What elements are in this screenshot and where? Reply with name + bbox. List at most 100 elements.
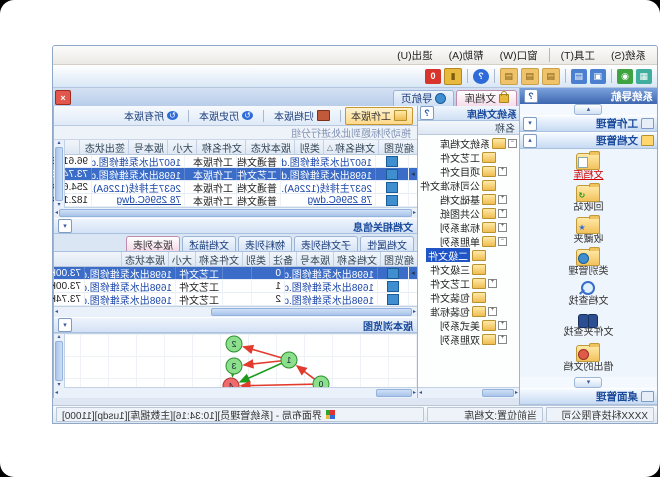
info-tab[interactable]: 文档描述 bbox=[182, 236, 236, 251]
version-filter-button[interactable] bbox=[188, 110, 189, 122]
tree-node[interactable]: + 标准系列 bbox=[418, 220, 519, 234]
info-tab[interactable]: 文档属性 bbox=[360, 236, 414, 251]
column-header[interactable]: 版本状态 bbox=[121, 252, 168, 266]
column-header[interactable]: 缩览图 bbox=[378, 140, 417, 154]
version-graph-canvas[interactable]: 01234 bbox=[64, 334, 417, 387]
table-row[interactable]: 1698出水泵维修图.dwg 2 工艺文件 1698出水泵维修图.dwg 73.… bbox=[54, 293, 417, 306]
sidebar-section-documents[interactable]: 文档管理 ▴ bbox=[520, 132, 657, 149]
column-header[interactable]: 大小 bbox=[167, 140, 196, 154]
tree-node[interactable]: 公司标准文件 bbox=[418, 178, 519, 192]
tree-expander-icon[interactable]: + bbox=[498, 223, 507, 232]
toolbar-icon[interactable] bbox=[565, 69, 566, 83]
file-name-link[interactable]: 1698出水泵维修图.dwg bbox=[91, 168, 184, 180]
info-tab[interactable]: 物料列表 bbox=[238, 236, 292, 251]
document-name-link[interactable]: 1698出水泵维修图.dwg bbox=[284, 267, 377, 279]
help-icon[interactable]: ? bbox=[473, 69, 489, 84]
document-name-link[interactable]: 1607出水泵维修图.dwg bbox=[280, 155, 375, 167]
calendar-icon[interactable]: ▤ bbox=[571, 69, 587, 84]
tree-node[interactable]: − 单胆系列 bbox=[418, 234, 519, 248]
collapse-icon[interactable]: ▾ bbox=[58, 318, 72, 332]
sidebar-item[interactable]: 文档查找 bbox=[520, 281, 657, 313]
grid-vscrollbar[interactable]: ▴▾ bbox=[54, 140, 65, 208]
layout-window-icon[interactable]: ▣ bbox=[590, 69, 606, 84]
tree-expander-icon[interactable]: − bbox=[508, 139, 517, 148]
column-header[interactable]: 缩览图 bbox=[380, 252, 417, 266]
tree-node[interactable]: 包装文件 bbox=[418, 290, 519, 304]
scroll-up-button[interactable]: ▴ bbox=[575, 104, 603, 115]
column-header[interactable]: 类别 bbox=[242, 252, 269, 266]
new-doc-icon[interactable]: ▤ bbox=[521, 68, 539, 85]
info-tab[interactable]: 版本列表 bbox=[126, 236, 180, 251]
document-name-link[interactable]: 1698出水泵维修图.dwg bbox=[284, 280, 377, 292]
file-name-link[interactable]: 1698出水泵维修图.dwg bbox=[84, 280, 175, 292]
help-icon[interactable]: ? bbox=[420, 106, 434, 120]
document-name-link[interactable]: 1698出水泵维修图.dwg bbox=[284, 293, 377, 305]
document-name-link[interactable]: 1698出水泵维修图.dwg bbox=[280, 168, 375, 180]
version-filter-button[interactable]: 归档版本 bbox=[268, 107, 336, 125]
column-header[interactable]: 版本状态 bbox=[245, 140, 294, 154]
table-row[interactable]: 2637主排线(1226A).dwg 普通文档 工作版本 2637主排线(122… bbox=[54, 181, 417, 194]
tree-node[interactable]: + 美式系列 bbox=[418, 318, 519, 332]
column-header[interactable]: 文件名称 bbox=[195, 252, 242, 266]
tree-expander-icon[interactable]: + bbox=[488, 279, 497, 288]
file-name-link[interactable]: 78 2596C.dwg bbox=[91, 194, 184, 206]
column-header[interactable]: 版本号 bbox=[296, 252, 333, 266]
toolbar-icon[interactable] bbox=[467, 69, 468, 83]
logout-icon[interactable]: 0 bbox=[425, 69, 441, 84]
tree-expander-icon[interactable]: + bbox=[498, 209, 507, 218]
tree-node[interactable]: + 基础文档 bbox=[418, 192, 519, 206]
column-header[interactable]: 备注 bbox=[269, 252, 296, 266]
chevron-down-icon[interactable]: ▾ bbox=[523, 117, 537, 131]
grid-hscrollbar[interactable]: ◂▸ bbox=[54, 207, 417, 218]
sidebar-item[interactable]: 类别管理 bbox=[520, 249, 657, 281]
column-header[interactable]: 签出状态 bbox=[79, 140, 128, 154]
column-header[interactable]: 文档名称 △ bbox=[323, 140, 378, 154]
sidebar-item[interactable]: ★ 收藏夹 bbox=[520, 217, 657, 249]
tree-expander-icon[interactable]: + bbox=[498, 195, 507, 204]
column-header[interactable]: 版本号 bbox=[128, 140, 167, 154]
tree-node[interactable]: + 双胆系列 bbox=[418, 332, 519, 346]
sidebar-item[interactable]: 文档库 bbox=[520, 153, 657, 185]
tree-node[interactable]: 工艺文件 bbox=[418, 150, 519, 164]
menu-item[interactable]: 系统(S) bbox=[604, 47, 653, 64]
tree-node[interactable]: + 包装标准 bbox=[418, 304, 519, 318]
menu-item[interactable]: 帮助(A) bbox=[442, 47, 491, 64]
open-doc-icon[interactable]: ▤ bbox=[500, 68, 518, 85]
sidebar-section-desktop[interactable]: 桌面管理 bbox=[520, 388, 657, 405]
import-doc-icon[interactable]: ▤ bbox=[542, 68, 560, 85]
tree-node[interactable]: + 项目文件 bbox=[418, 164, 519, 178]
toolbar-icon[interactable] bbox=[611, 69, 612, 83]
tree-expander-icon[interactable]: + bbox=[488, 307, 497, 316]
column-header[interactable]: 文件名称 bbox=[196, 140, 245, 154]
version-filter-button[interactable] bbox=[340, 110, 341, 122]
toolbar-icon[interactable] bbox=[494, 69, 495, 83]
grid-hscrollbar[interactable]: ◂ ▸ bbox=[54, 306, 417, 317]
close-icon[interactable]: × bbox=[55, 90, 71, 105]
column-header[interactable]: 大小 bbox=[168, 252, 195, 266]
table-row[interactable]: ▸ 1698出水泵维修图.dwg 工艺文件 工作版本 1698出水泵维修图.dw… bbox=[54, 168, 417, 181]
chevron-up-icon[interactable]: ▴ bbox=[523, 134, 537, 148]
monitor-icon[interactable]: ▦ bbox=[636, 69, 652, 84]
table-row[interactable]: ▸ 1698出水泵维修图.dwg 0 工艺文件 1698出水泵维修图.dwg 7… bbox=[54, 267, 417, 280]
column-header[interactable]: 文档名称 bbox=[333, 252, 380, 266]
file-name-link[interactable]: 1698出水泵维修图.dwg bbox=[84, 293, 175, 305]
version-filter-button[interactable] bbox=[263, 110, 264, 122]
version-filter-button[interactable]: ↻ 历史版本 bbox=[193, 107, 259, 125]
file-name-link[interactable]: 1607出水泵维修图.dwg bbox=[91, 155, 184, 167]
info-tab[interactable]: 子文档列表 bbox=[294, 236, 358, 251]
document-name-link[interactable]: 78 2596C.dwg bbox=[280, 194, 375, 206]
menu-item[interactable]: 退出(U) bbox=[390, 47, 440, 64]
column-header[interactable]: 类别 bbox=[294, 140, 323, 154]
version-filter-button[interactable]: ↻ 所有版本 bbox=[118, 107, 184, 125]
menu-item[interactable] bbox=[549, 48, 550, 62]
table-row[interactable]: 78 2596C.dwg 普通文档 工作版本 78 2596C.dwg 182.… bbox=[54, 194, 417, 207]
tree-expander-icon[interactable]: − bbox=[498, 237, 507, 246]
sidebar-item[interactable]: 文件夹查找 bbox=[520, 313, 657, 345]
tree-expander-icon[interactable]: + bbox=[498, 335, 507, 344]
table-row[interactable]: 1698出水泵维修图.dwg 1 工艺文件 1698出水泵维修图.dwg 73.… bbox=[54, 280, 417, 293]
graph-hscrollbar[interactable]: ◂ ▸ bbox=[54, 387, 417, 398]
document-tab[interactable]: 文档库 bbox=[457, 90, 518, 106]
tree-node[interactable]: − 系统文档库 bbox=[418, 136, 519, 150]
help-icon[interactable]: ? bbox=[524, 89, 538, 103]
globe-icon[interactable]: ◉ bbox=[617, 69, 633, 84]
